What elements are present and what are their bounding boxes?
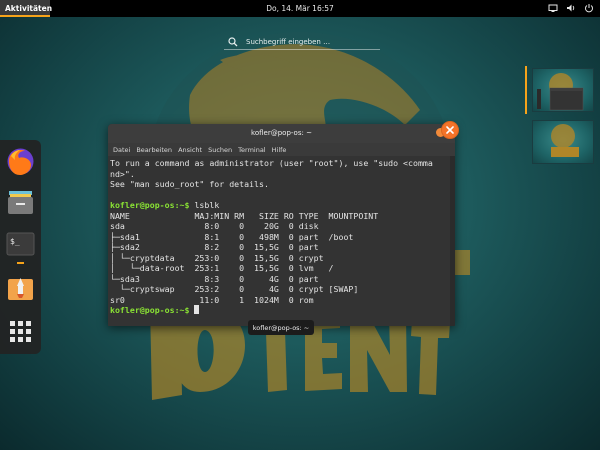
search-input[interactable]: Suchbegriff eingeben … bbox=[224, 34, 380, 50]
menu-ansicht[interactable]: Ansicht bbox=[178, 146, 202, 156]
terminal-line: sda 8:0 0 20G 0 disk bbox=[110, 221, 319, 231]
text-cursor bbox=[194, 305, 200, 314]
workspace-2[interactable] bbox=[532, 120, 594, 164]
terminal-line: nd>". bbox=[110, 168, 135, 179]
search-placeholder: Suchbegriff eingeben … bbox=[246, 37, 331, 46]
volume-icon[interactable] bbox=[566, 3, 576, 13]
workspace-1[interactable] bbox=[532, 68, 594, 112]
menu-datei[interactable]: Datei bbox=[113, 146, 130, 156]
activities-button[interactable]: Aktivitäten bbox=[0, 0, 52, 17]
svg-text:$_: $_ bbox=[10, 237, 20, 246]
prompt: kofler@pop-os:~$ bbox=[110, 305, 190, 315]
terminal-title[interactable]: kofler@pop-os: ~ bbox=[108, 124, 455, 143]
terminal-menubar: Datei Bearbeiten Ansicht Suchen Terminal… bbox=[108, 143, 455, 156]
active-workspace-indicator bbox=[525, 66, 527, 114]
clock: Do, 14. Mär 16:57 bbox=[0, 4, 600, 13]
top-bar: Aktivitäten Do, 14. Mär 16:57 bbox=[0, 0, 600, 17]
terminal-line: ├─sda1 8:1 0 498M 0 part /boot bbox=[110, 231, 354, 242]
terminal-line: ├─sda2 8:2 0 15,5G 0 part bbox=[110, 242, 319, 252]
firefox-icon[interactable] bbox=[5, 146, 36, 177]
terminal-line: NAME MAJ:MIN RM SIZE RO TYPE MOUNTPOINT bbox=[110, 210, 379, 221]
app-grid-icon[interactable] bbox=[5, 316, 36, 347]
menu-hilfe[interactable]: Hilfe bbox=[272, 146, 287, 156]
dock: $_ bbox=[0, 140, 41, 354]
terminal-line: │ └─data-root 253:1 0 15,5G 0 lvm / bbox=[110, 263, 334, 273]
running-indicator bbox=[17, 262, 24, 264]
power-icon[interactable] bbox=[584, 3, 594, 13]
pop-shop-icon[interactable] bbox=[5, 272, 36, 303]
menu-terminal[interactable]: Terminal bbox=[238, 146, 265, 156]
search-icon bbox=[228, 36, 238, 46]
terminal-window[interactable]: kofler@pop-os: ~ Datei Bearbeiten Ansich… bbox=[108, 124, 455, 326]
terminal-output[interactable]: To run a command as administrator (user … bbox=[108, 156, 450, 326]
terminal-line: └─cryptswap 253:2 0 4G 0 crypt [SWAP] bbox=[110, 284, 359, 294]
prompt: kofler@pop-os:~$ bbox=[110, 200, 190, 210]
command: lsblk bbox=[189, 200, 220, 210]
clock-label[interactable]: Do, 14. Mär 16:57 bbox=[266, 4, 334, 13]
terminal-icon[interactable]: $_ bbox=[5, 228, 36, 259]
menu-bearbeiten[interactable]: Bearbeiten bbox=[136, 146, 172, 156]
terminal-line: sr0 11:0 1 1024M 0 rom bbox=[110, 294, 314, 305]
window-tooltip: kofler@pop-os: ~ bbox=[248, 320, 314, 335]
system-tray[interactable] bbox=[548, 3, 594, 13]
terminal-line: └─sda3 8:3 0 4G 0 part bbox=[110, 273, 319, 284]
prompt-line: kofler@pop-os:~$ lsblk bbox=[110, 200, 450, 211]
files-icon[interactable] bbox=[5, 186, 36, 217]
terminal-line: │ └─cryptdata 253:0 0 15,5G 0 crypt bbox=[110, 252, 324, 263]
close-button[interactable] bbox=[441, 121, 459, 139]
terminal-line: See "man sudo_root" for details. bbox=[110, 179, 269, 189]
close-icon bbox=[446, 126, 454, 134]
menu-suchen[interactable]: Suchen bbox=[208, 146, 232, 156]
terminal-line: To run a command as administrator (user … bbox=[110, 158, 433, 168]
terminal-scrollbar[interactable] bbox=[450, 156, 455, 326]
prompt-line: kofler@pop-os:~$ bbox=[110, 305, 450, 316]
screen-icon[interactable] bbox=[548, 3, 558, 13]
